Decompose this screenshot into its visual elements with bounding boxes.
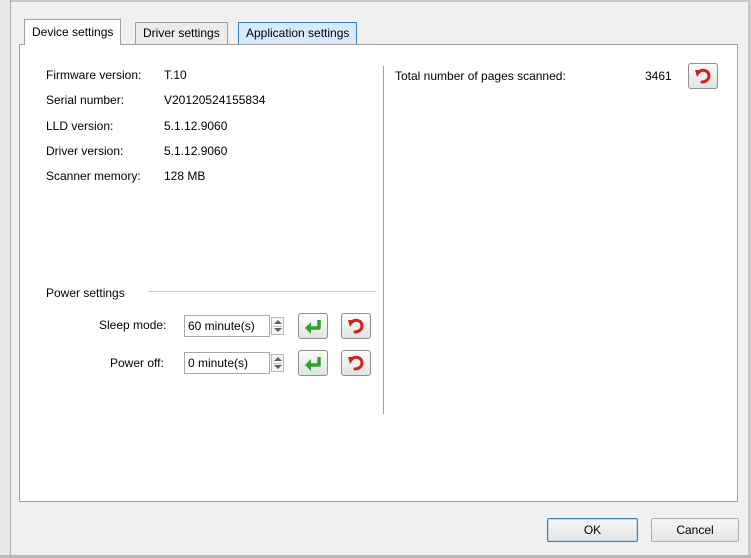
power-off-field[interactable]: 0 minute(s) [184,352,270,374]
power-off-reset-button[interactable] [341,350,371,376]
spin-divider [273,326,282,327]
spin-down-icon [274,365,282,369]
power-off-spinner[interactable] [271,354,284,372]
power-off-apply-button[interactable] [298,350,328,376]
sleep-mode-apply-button[interactable] [298,313,328,339]
power-settings-group-line [148,291,376,292]
driver-version-value: 5.1.12.9060 [164,144,228,158]
pages-scanned-value: 3461 [645,69,672,83]
scanner-memory-label: Scanner memory: [46,169,141,183]
spin-down-icon [274,328,282,332]
undo-arrow-icon [695,68,711,84]
reset-pages-count-button[interactable] [688,63,718,89]
sleep-mode-reset-button[interactable] [341,313,371,339]
tab-application-settings[interactable]: Application settings [238,22,358,44]
cancel-button[interactable]: Cancel [651,518,739,542]
red-undo-arrow-icon [348,318,364,334]
sleep-mode-label: Sleep mode: [99,318,167,332]
spin-up-icon [274,320,282,324]
sleep-mode-spinner[interactable] [271,317,284,335]
power-settings-group-label: Power settings [46,286,125,300]
red-undo-arrow-icon [348,355,364,371]
scanner-memory-value: 128 MB [164,169,206,183]
driver-version-label: Driver version: [46,144,124,158]
tab-driver-settings[interactable]: Driver settings [135,22,228,44]
pages-scanned-label: Total number of pages scanned: [395,69,566,83]
ok-button[interactable]: OK [547,518,638,542]
firmware-version-label: Firmware version: [46,68,142,82]
serial-number-value: V20120524155834 [164,93,266,107]
tab-device-settings[interactable]: Device settings [24,19,122,45]
tab-panel [19,44,738,502]
column-separator [383,66,384,414]
spin-up-icon [274,357,282,361]
green-enter-arrow-icon [305,320,321,334]
power-off-label: Power off: [110,356,164,370]
lld-version-value: 5.1.12.9060 [164,119,228,133]
window-top-border [0,0,751,2]
green-enter-arrow-icon [305,357,321,371]
lld-version-label: LLD version: [46,119,114,133]
firmware-version-value: T.10 [164,68,187,82]
spin-divider [273,363,282,364]
serial-number-label: Serial number: [46,93,125,107]
window-left-border [0,0,11,558]
sleep-mode-field[interactable]: 60 minute(s) [184,315,270,337]
